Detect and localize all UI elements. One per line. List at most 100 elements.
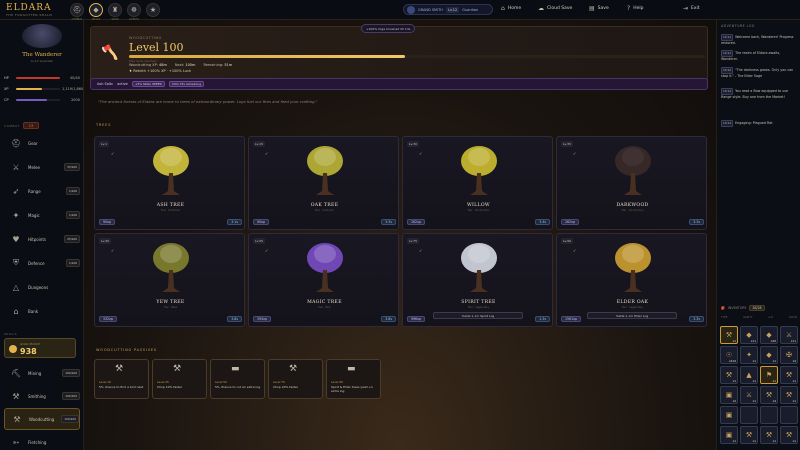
stat-cp: CP 2000 — [4, 96, 80, 104]
nav-exit-button[interactable]: ⇥ Exit — [683, 5, 700, 12]
passive-level: Level 50 — [215, 380, 227, 384]
inventory-slot[interactable]: ◆ x11 — [740, 326, 758, 344]
inventory-slot[interactable]: ⚒ x1 — [740, 426, 758, 444]
passive-level: Level 75 — [273, 380, 285, 384]
skill-hitpoints[interactable]: ♥ Hitpoints 25/100 — [4, 228, 80, 250]
skill-dungeons[interactable]: △ Dungeons — [4, 276, 80, 298]
inventory-slot[interactable]: ☉ x416 — [720, 346, 738, 364]
passives-section-title: WOODCUTTING PASSIVES — [96, 348, 157, 352]
inventory-slot[interactable] — [760, 406, 778, 424]
save-icon: ▤ — [589, 5, 595, 12]
inventory-slot[interactable]: ◆ x1 — [760, 346, 778, 364]
tree-footer: 332xp 3.8s — [99, 315, 242, 323]
tree-icon — [615, 146, 651, 195]
tree-card-ash-tree[interactable]: Lv.1 ✓ ASH TREE Tier · Common 90xp 3.1s — [94, 136, 245, 230]
skill-fletching[interactable]: ➳ Fletching — [4, 431, 80, 450]
inventory-slot[interactable]: ▣ x1 — [720, 426, 738, 444]
tree-card-oak-tree[interactable]: Lv.15 ✓ OAK TREE Tier · Common 90xp 3.3s — [248, 136, 399, 230]
tree-level-req: Lv.35 — [561, 141, 573, 147]
skill-defence[interactable]: ⛨ Defence 1/100 — [4, 252, 80, 274]
item-quantity: x1 — [752, 379, 756, 383]
skill-gear[interactable]: ⛑ Gear — [4, 132, 80, 154]
top-tab-0[interactable]: ⛑COMBAT — [70, 3, 84, 21]
tree-card-yew-tree[interactable]: Lv.45 ✓ YEW TREE Tier · Rare 332xp 3.8s — [94, 233, 245, 327]
tree-card-willow[interactable]: Lv.30 ✓ WILLOW Tier · Uncommon 162xp 3.4s — [402, 136, 553, 230]
character-name: The Wanderer — [22, 52, 62, 58]
inventory-slot[interactable]: ✠ x4 — [780, 346, 798, 364]
inventory-tab-value[interactable]: VALUE — [789, 316, 797, 319]
gold-pouch: GOLD POUCH 938 — [4, 338, 76, 358]
tree-tier: Tier · Uncommon — [467, 209, 490, 212]
tree-card-spirit-tree[interactable]: Lv.75 ✓ SPIRIT TREE Tier · Legendary Yields … — [402, 233, 553, 327]
tree-time: 3.3s — [689, 219, 704, 225]
inventory-tab-type[interactable]: TYPE — [721, 316, 727, 319]
item-quantity: x1 — [772, 359, 776, 363]
top-tab-3[interactable]: ☸QUESTS — [127, 3, 141, 21]
skill-bank[interactable]: ⌂ Bank — [4, 300, 80, 322]
inventory-slot[interactable]: ⚒ x4 — [760, 386, 778, 404]
inventory-slot[interactable]: ⚔ x11 — [780, 326, 798, 344]
top-tab-1[interactable]: ◆SKILLS — [89, 3, 103, 21]
tree-art — [304, 240, 346, 296]
log-time: 10:14 — [721, 120, 734, 127]
tree-art — [612, 143, 654, 199]
inventory-slot[interactable]: ✦ x1 — [740, 346, 758, 364]
stat-bar — [16, 88, 60, 90]
inventory-slot[interactable]: ▣ — [720, 406, 738, 424]
tree-xp: 996xp — [407, 316, 425, 322]
check-icon: ✓ — [419, 151, 423, 156]
effect-pill[interactable]: +100% Yoga Crowned 2h 13s — [361, 24, 416, 33]
inventory-header: 🎒 INVENTORY 28/28 — [721, 304, 797, 312]
tree-tier: Tier · Rare — [163, 306, 178, 309]
tree-card-elder-oak[interactable]: Lv.90 ✓ ELDER OAK Tier · Legendary Yields 1–… — [556, 233, 707, 327]
inventory-slot[interactable]: ⚒ x1 — [780, 386, 798, 404]
tree-name: OAK TREE — [310, 203, 339, 208]
tree-footer: 1561xp 3.3s — [561, 315, 704, 323]
inventory-slot[interactable]: ⚒ x1 — [780, 366, 798, 384]
inventory-slot[interactable]: ◆ x26 — [760, 326, 778, 344]
cloud-icon: ☁ — [538, 5, 544, 12]
skill-level-badge: 100/100 — [62, 392, 80, 400]
inventory-slot[interactable]: ⚒ x1 — [780, 426, 798, 444]
axe-icon: ⚒ — [289, 364, 298, 374]
inventory-slot[interactable]: ⚒ x1 — [720, 366, 738, 384]
inventory-slot[interactable] — [740, 406, 758, 424]
top-tab-4[interactable]: ★ — [146, 3, 160, 17]
help-icon: ? — [627, 5, 631, 12]
nav-cloud-button[interactable]: ☁ Cloud Save — [538, 5, 572, 12]
tree-level-req: Lv.15 — [253, 141, 265, 147]
skill-magic[interactable]: ✦ Magic 1/100 — [4, 204, 80, 226]
skill-melee[interactable]: ⚔ Melee 33/100 — [4, 156, 80, 178]
skill-mining[interactable]: ⛏ Mining 100/100 — [4, 362, 80, 384]
grand-smith-badge[interactable]: GRAND SMITH Lv.12 Guardian — [403, 4, 493, 15]
item-icon: ▣ — [725, 411, 733, 419]
tree-tier: Tier · Common — [314, 209, 335, 212]
check-icon: ✓ — [573, 248, 577, 253]
inventory-slot[interactable]: ⚒ x1 — [720, 326, 738, 344]
skill-xp-fill — [129, 55, 406, 58]
dungeon-icon: △ — [12, 282, 20, 292]
top-tab-2[interactable]: ♜SHOP — [108, 3, 122, 21]
pickaxe-icon: ⛏ — [10, 368, 22, 378]
inventory-tab-a-z[interactable]: A-Z — [768, 316, 772, 319]
skill-range[interactable]: ➶ Range 1/100 — [4, 180, 80, 202]
inventory-slot[interactable]: ⚑ x1 — [760, 366, 778, 384]
inventory-tab-rarity[interactable]: RARITY — [743, 316, 752, 319]
inventory-slot[interactable]: ▲ x1 — [740, 366, 758, 384]
inventory-slot[interactable]: ⚔ x1 — [740, 386, 758, 404]
nav-home-button[interactable]: ⌂ Home — [501, 5, 521, 12]
tree-card-magic-tree[interactable]: Lv.55 ✓ MAGIC TREE Tier · Epic 394xp 3.8s — [248, 233, 399, 327]
skill-woodcutting[interactable]: ⚒ Woodcutting 100/100 — [4, 408, 80, 430]
inventory-slot[interactable] — [780, 406, 798, 424]
nav-help-button[interactable]: ? Help — [627, 5, 643, 12]
home-icon: ⌂ — [501, 5, 505, 12]
skill-smithing[interactable]: ⚒ Smithing 100/100 — [4, 385, 80, 407]
gold-label: GOLD POUCH — [20, 342, 41, 346]
tree-card-darkwood[interactable]: Lv.35 ✓ DARKWOOD Tier · Uncommon 262xp 3.3s — [556, 136, 707, 230]
tree-icon — [153, 243, 189, 292]
inventory-slot[interactable]: ▣ x2 — [720, 386, 738, 404]
nav-save-button[interactable]: ▤ Save — [589, 5, 609, 12]
inventory-slot[interactable]: ⚒ x1 — [760, 426, 778, 444]
combat-level-badge: 13 — [23, 122, 39, 129]
item-icon: ▲ — [746, 371, 752, 379]
